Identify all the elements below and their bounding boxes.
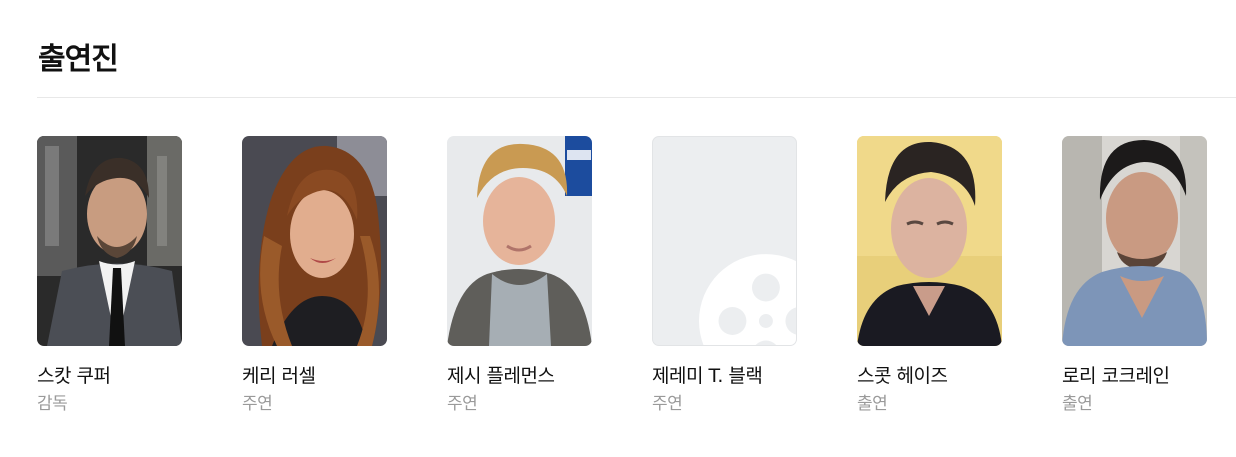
person-photo (37, 136, 182, 346)
cast-name[interactable]: 제시 플레먼스 (447, 364, 622, 388)
person-photo (447, 136, 592, 346)
cast-photo[interactable] (1062, 136, 1207, 346)
cast-card[interactable]: 스캇 쿠퍼 감독 (37, 136, 212, 426)
cast-card[interactable]: 제레미 T. 블랙 주연 (652, 136, 827, 426)
cast-role: 감독 (37, 394, 68, 414)
cast-role: 주연 (242, 394, 273, 414)
cast-card[interactable]: 로리 코크레인 출연 (1062, 136, 1236, 426)
cast-photo-placeholder[interactable] (652, 136, 797, 346)
cast-name[interactable]: 스캇 쿠퍼 (37, 364, 212, 388)
cast-role: 주연 (447, 394, 478, 414)
cast-section: 출연진 스캇 쿠퍼 감독 케리 러셀 주연 제시 플레먼스 주연 제레미 T. … (0, 0, 1236, 457)
cast-role: 출연 (1062, 394, 1093, 414)
person-photo (1062, 136, 1207, 346)
person-photo (857, 136, 1002, 346)
person-photo (242, 136, 387, 346)
cast-photo[interactable] (857, 136, 1002, 346)
cast-name[interactable]: 제레미 T. 블랙 (652, 364, 827, 388)
divider (37, 97, 1236, 98)
cast-card[interactable]: 케리 러셀 주연 (242, 136, 417, 426)
cast-card[interactable]: 제시 플레먼스 주연 (447, 136, 622, 426)
section-title: 출연진 (38, 42, 119, 77)
cast-photo[interactable] (447, 136, 592, 346)
cast-photo[interactable] (37, 136, 182, 346)
cast-role: 출연 (857, 394, 888, 414)
cast-name[interactable]: 스콧 헤이즈 (857, 364, 1032, 388)
cast-photo[interactable] (242, 136, 387, 346)
cast-name[interactable]: 케리 러셀 (242, 364, 417, 388)
cast-card[interactable]: 스콧 헤이즈 출연 (857, 136, 1032, 426)
film-reel-icon (699, 254, 796, 345)
cast-role: 주연 (652, 394, 683, 414)
cast-list: 스캇 쿠퍼 감독 케리 러셀 주연 제시 플레먼스 주연 제레미 T. 블랙 주… (37, 136, 1236, 436)
cast-name[interactable]: 로리 코크레인 (1062, 364, 1236, 388)
